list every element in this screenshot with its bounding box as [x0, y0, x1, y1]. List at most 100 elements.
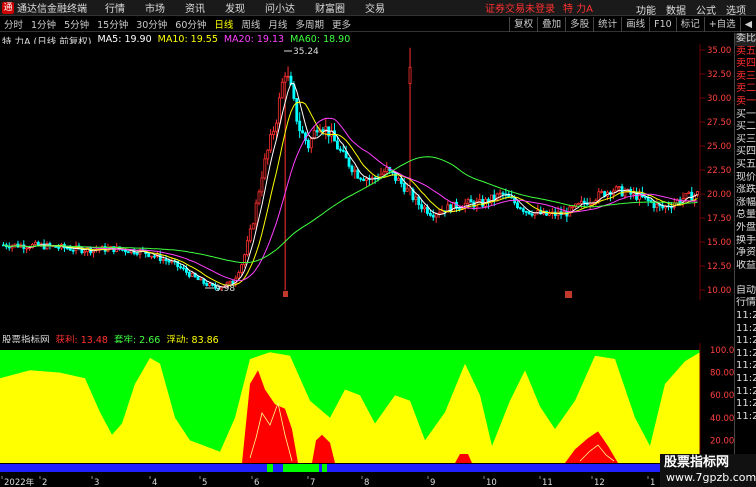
candle-body [469, 199, 473, 203]
bottom-band-segment [322, 464, 327, 472]
period-tab-30min[interactable]: 30分钟 [136, 17, 167, 31]
watermark: 股票指标网 www.7gpzb.com [660, 454, 756, 487]
indicator-tick-label: 80.00 [710, 369, 734, 379]
candle-body [280, 81, 284, 99]
menu-right-group: 功能 数据 公式 选项 [636, 2, 746, 17]
period-tab-monthly[interactable]: 月线 [268, 17, 287, 31]
candle-body [684, 193, 688, 200]
period-tab-fenshi[interactable]: 分时 [4, 17, 23, 31]
side-row-0: 委比 [735, 33, 756, 46]
trade-login-status[interactable]: 证券交易未登录 [485, 0, 555, 15]
tool-stats-button[interactable]: 统计 [593, 17, 621, 32]
tool-multi-stock-button[interactable]: 多股 [565, 17, 593, 32]
date-tick-label: 12 [594, 478, 605, 487]
menu-item-zixun[interactable]: 资讯 [185, 0, 205, 15]
candle-body [498, 192, 502, 195]
candle-body [272, 130, 275, 135]
period-tab-60min[interactable]: 60分钟 [175, 17, 206, 31]
period-tab-5min[interactable]: 5分钟 [64, 17, 89, 31]
date-tick-label: 8 [364, 478, 369, 487]
side-row-15: 外盘 [736, 221, 756, 233]
candle-body [312, 130, 316, 140]
menu-item-hangqing[interactable]: 行情 [105, 0, 125, 15]
watermark-url: www.7gpzb.com [666, 471, 756, 484]
tool-f10-button[interactable]: F10 [649, 17, 676, 32]
candle-body [492, 194, 496, 200]
candle-body [321, 129, 325, 132]
candle-body [385, 167, 389, 173]
candlestick-chart[interactable]: 35.00 32.50 30.00 27.50 25.00 22.50 20.00 17.50… [0, 44, 734, 300]
candle-body [260, 177, 264, 193]
side-row-25: 11:2 [736, 347, 756, 359]
candle-body [579, 200, 583, 204]
candle-body [655, 203, 659, 209]
price-tick-label: 32.50 [707, 70, 731, 80]
side-row-12: 涨跌 [736, 184, 756, 196]
menu-item-jiaoyi[interactable]: 交易 [365, 0, 385, 15]
menu-item-wenxiaoda[interactable]: 问小达 [265, 0, 295, 15]
candle-body [254, 202, 258, 225]
candle-body [251, 223, 255, 230]
candle-body [440, 210, 444, 214]
tool-overlay-button[interactable]: 叠加 [537, 17, 565, 32]
candle-body [521, 208, 525, 212]
period-tab-1min[interactable]: 1分钟 [31, 17, 56, 31]
bottom-band-segment [267, 464, 273, 472]
candle-body [167, 260, 171, 263]
tool-add-watchlist-button[interactable]: +自选 [703, 17, 740, 32]
candle-body [83, 251, 87, 254]
date-tick-label: 2022年 [4, 477, 35, 487]
side-row-2: 卖四 [736, 58, 756, 70]
menu-item-xuanxiang[interactable]: 选项 [726, 2, 746, 17]
candle-body [28, 247, 32, 250]
candle-body [179, 266, 183, 269]
period-tab-daily[interactable]: 日线 [214, 17, 233, 31]
side-row-10: 买五 [736, 158, 756, 170]
candle-body [617, 186, 621, 188]
date-tick-label: 4 [152, 478, 157, 487]
dividend-marker-icon[interactable] [565, 291, 572, 298]
candle-body [147, 253, 151, 257]
side-row-27: 11:2 [736, 373, 756, 385]
candle-body [394, 172, 397, 181]
chip-indicator-chart[interactable]: 100.0 80.00 60.00 40.00 20.00 [0, 343, 734, 476]
candle-body [338, 148, 342, 151]
indicator-tick-label: 100.0 [710, 346, 734, 356]
menu-item-caifuquan[interactable]: 财富圈 [315, 0, 345, 15]
side-row-23: 11:2 [736, 322, 756, 334]
candle-body [153, 255, 156, 258]
candle-body [501, 192, 505, 195]
candle-body [205, 282, 209, 286]
candle-body [426, 206, 429, 214]
date-tick-label: 11 [542, 478, 553, 487]
candle-body [150, 255, 153, 258]
tool-mark-button[interactable]: 标记 [675, 17, 704, 32]
date-tick-label: 2 [42, 478, 47, 487]
menu-item-gongneng[interactable]: 功能 [636, 2, 656, 17]
date-tick-label: 10 [486, 478, 497, 487]
candle-body [199, 278, 203, 281]
period-tab-weekly[interactable]: 周线 [241, 17, 260, 31]
candle-body [423, 206, 426, 210]
candle-body [275, 122, 278, 132]
date-tick-label: 3 [94, 478, 99, 487]
candle-body [353, 169, 357, 173]
tool-fuquan-button[interactable]: 复权 [509, 17, 537, 32]
menu-item-faxian[interactable]: 发现 [225, 0, 245, 15]
event-marker-icon[interactable] [283, 291, 288, 297]
period-tab-more[interactable]: 更多 [332, 17, 351, 31]
candle-body [356, 169, 360, 179]
tool-draw-button[interactable]: 画线 [621, 17, 649, 32]
menu-item-shuju[interactable]: 数据 [666, 2, 686, 17]
tool-collapse-button[interactable]: ◀ [739, 17, 756, 32]
date-tick-label: 7 [310, 478, 315, 487]
price-tick-label: 12.50 [707, 262, 731, 272]
side-row-26: 11:2 [736, 360, 756, 372]
side-row-8: 买三 [736, 133, 756, 145]
period-tab-multi[interactable]: 多周期 [295, 17, 324, 31]
price-tick-label: 17.50 [707, 214, 731, 224]
menu-item-gongshi[interactable]: 公式 [696, 2, 716, 17]
menu-item-shichang[interactable]: 市场 [145, 0, 165, 15]
period-tab-15min[interactable]: 15分钟 [97, 17, 128, 31]
candle-body [196, 276, 200, 281]
